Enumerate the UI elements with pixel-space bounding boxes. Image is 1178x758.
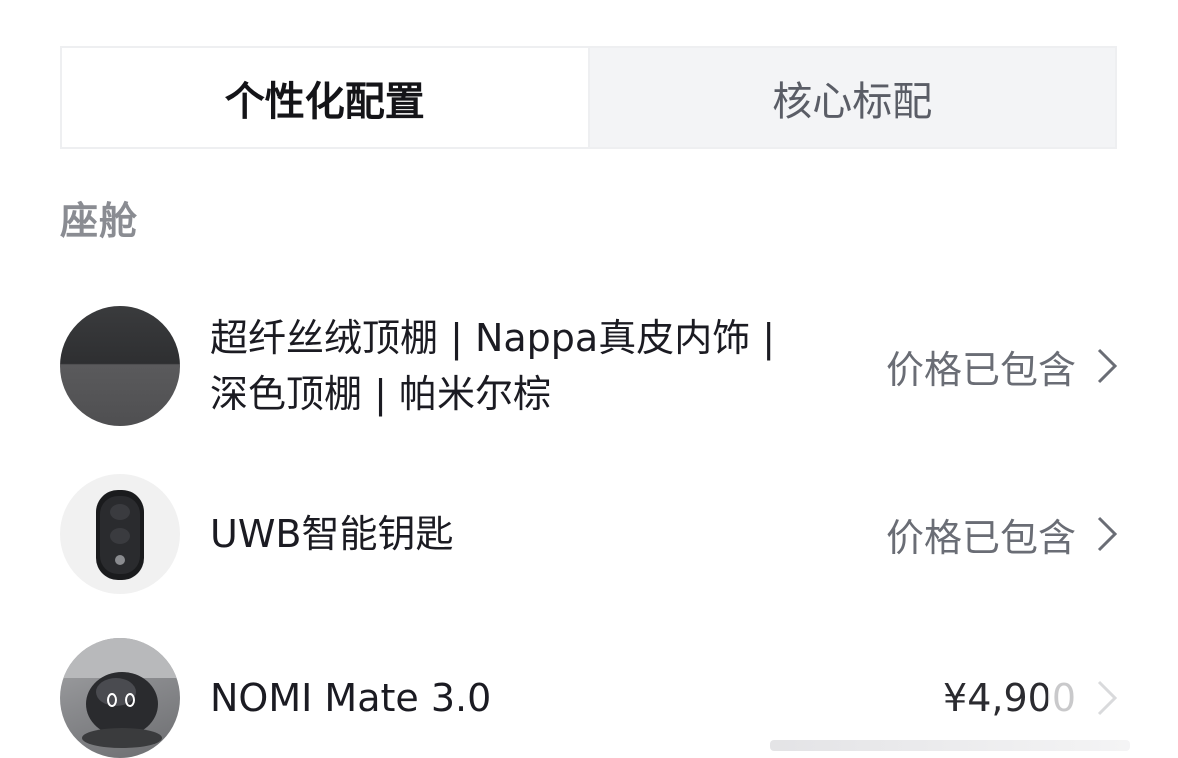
tab-personal-config[interactable]: 个性化配置 xyxy=(62,48,588,147)
price-included-label: 价格已包含 xyxy=(885,515,1076,560)
option-row-smart-key[interactable]: UWB智能钥匙 价格已包含 xyxy=(60,474,1120,594)
option-title-line-1: 超纤丝绒顶棚 | Nappa真皮内饰 | xyxy=(210,316,776,360)
smart-key-icon xyxy=(60,474,180,594)
option-status: 价格已包含 xyxy=(886,339,1120,394)
config-tabs: 个性化配置 核心标配 xyxy=(60,46,1117,149)
option-row-interior[interactable]: 超纤丝绒顶棚 | Nappa真皮内饰 | 深色顶棚 | 帕米尔棕 价格已包含 xyxy=(60,306,1120,426)
tab-core-standard[interactable]: 核心标配 xyxy=(587,48,1115,147)
option-title-line-2: 深色顶棚 | 帕米尔棕 xyxy=(210,372,551,416)
nomi-robot-icon xyxy=(60,638,180,758)
section-title-cabin: 座舱 xyxy=(60,199,139,243)
option-title: 超纤丝绒顶棚 | Nappa真皮内饰 | 深色顶棚 | 帕米尔棕 xyxy=(210,310,830,422)
option-title: NOMI Mate 3.0 xyxy=(210,670,830,726)
option-title: UWB智能钥匙 xyxy=(210,506,830,562)
fabric-swatch-icon xyxy=(60,306,180,426)
price-included-label: 价格已包含 xyxy=(885,347,1076,392)
option-title-line-1: NOMI Mate 3.0 xyxy=(210,676,492,720)
bottom-fade xyxy=(770,740,1130,751)
option-status: 价格已包含 xyxy=(886,507,1120,562)
floating-overlay xyxy=(1048,666,1124,720)
option-title-line-1: UWB智能钥匙 xyxy=(210,512,454,556)
chevron-right-icon xyxy=(1097,348,1118,384)
chevron-right-icon xyxy=(1097,516,1118,552)
